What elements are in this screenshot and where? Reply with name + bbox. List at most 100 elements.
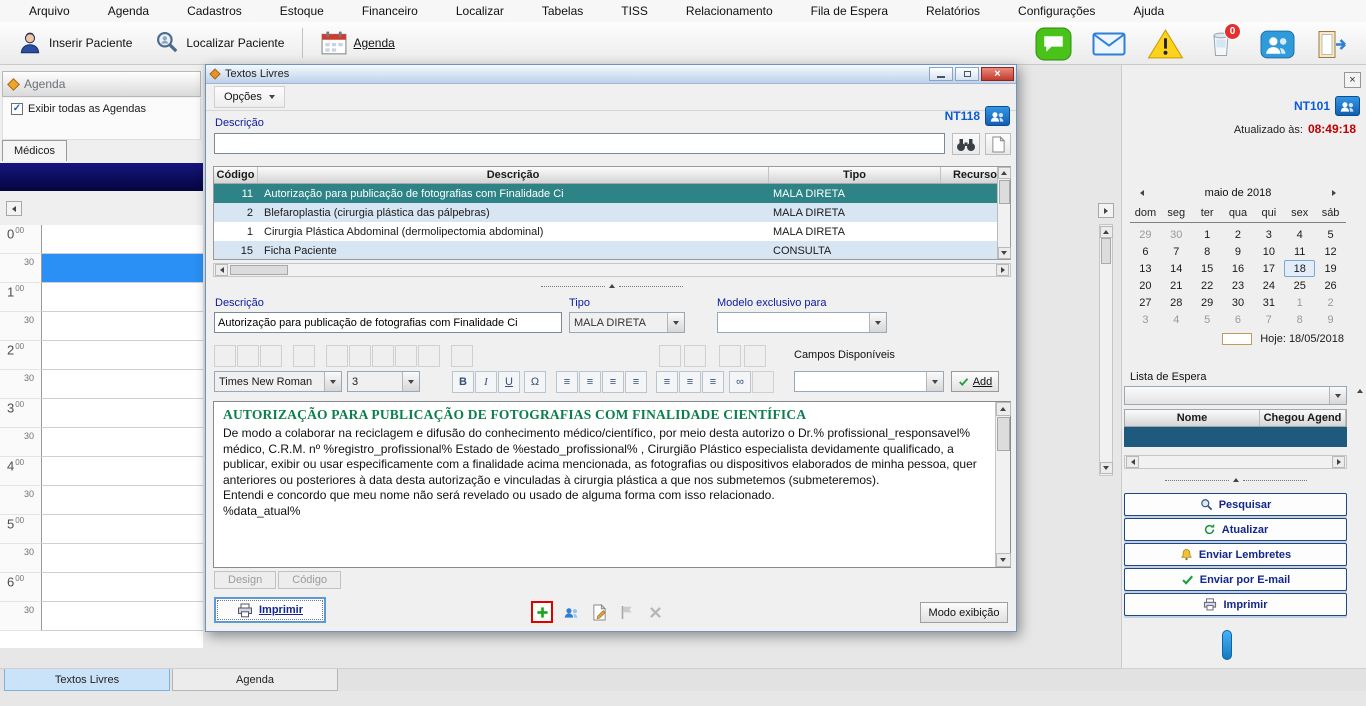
calendar-day[interactable]: 19 bbox=[1315, 260, 1346, 277]
panel-close-button[interactable]: × bbox=[1344, 72, 1361, 88]
calendar-day[interactable]: 6 bbox=[1130, 243, 1161, 260]
numbered-list-button[interactable]: ≡ bbox=[656, 371, 678, 393]
scroll-up-button[interactable] bbox=[1100, 226, 1113, 238]
align-right-button[interactable]: ≡ bbox=[602, 371, 624, 393]
agenda-slot[interactable] bbox=[42, 457, 203, 486]
calendar-day[interactable]: 24 bbox=[1253, 277, 1284, 294]
calendar-day[interactable]: 6 bbox=[1223, 311, 1254, 328]
rich-text-editor[interactable]: AUTORIZAÇÃO PARA PUBLICAÇÃO DE FOTOGRAFI… bbox=[213, 401, 1011, 568]
agenda-slot[interactable] bbox=[42, 428, 203, 457]
form-tipo-select[interactable]: MALA DIRETA bbox=[569, 312, 685, 333]
agenda-vertical-scrollbar[interactable] bbox=[1099, 224, 1113, 476]
scroll-down-button[interactable] bbox=[1100, 462, 1113, 474]
menu-item-arquivo[interactable]: Arquivo bbox=[10, 1, 89, 21]
contacts-record-button[interactable] bbox=[561, 602, 581, 622]
symbol-button[interactable]: Ω bbox=[524, 371, 546, 393]
agenda-slot[interactable] bbox=[42, 370, 203, 399]
scrollbar-thumb[interactable] bbox=[999, 180, 1010, 204]
calendar-day[interactable]: 14 bbox=[1161, 260, 1192, 277]
table-row[interactable]: 2Blefaroplastia (cirurgia plástica das p… bbox=[214, 203, 997, 222]
calendar-day[interactable]: 10 bbox=[1253, 243, 1284, 260]
scrollbar-thumb[interactable] bbox=[1101, 238, 1111, 264]
calendar-day[interactable]: 13 bbox=[1130, 260, 1161, 277]
exit-button[interactable] bbox=[1312, 26, 1354, 62]
calendar-day[interactable]: 8 bbox=[1284, 311, 1315, 328]
calendar-day[interactable]: 7 bbox=[1161, 243, 1192, 260]
notifications-button[interactable]: 0 bbox=[1200, 26, 1242, 62]
calendar-day[interactable]: 29 bbox=[1130, 226, 1161, 243]
scroll-right-button[interactable] bbox=[996, 264, 1009, 276]
scroll-up-button[interactable] bbox=[996, 402, 1011, 416]
table-vertical-scrollbar[interactable] bbox=[997, 167, 1010, 259]
bullet-list-button[interactable]: ≡ bbox=[679, 371, 701, 393]
agenda-slot[interactable] bbox=[42, 312, 203, 341]
editor-content[interactable]: AUTORIZAÇÃO PARA PUBLICAÇÃO DE FOTOGRAFI… bbox=[214, 402, 995, 567]
column-codigo[interactable]: Código bbox=[214, 167, 258, 183]
calendar-day[interactable]: 1 bbox=[1192, 226, 1223, 243]
indent-button[interactable]: ≡ bbox=[702, 371, 724, 393]
localizar-paciente-button[interactable]: Localizar Paciente bbox=[145, 27, 293, 59]
table-row[interactable]: 11Autorização para publicação de fotogra… bbox=[214, 184, 997, 203]
delete-record-button[interactable] bbox=[645, 602, 665, 622]
chat-button[interactable] bbox=[1032, 26, 1074, 62]
calendar-day[interactable]: 22 bbox=[1192, 277, 1223, 294]
close-button[interactable]: × bbox=[981, 67, 1014, 81]
align-left-button[interactable]: ≡ bbox=[556, 371, 578, 393]
agenda-slot[interactable] bbox=[42, 602, 203, 631]
calendar-next-button[interactable] bbox=[1326, 185, 1342, 201]
pesquisar-button[interactable]: Pesquisar bbox=[1124, 493, 1347, 516]
align-justify-button[interactable]: ≡ bbox=[625, 371, 647, 393]
waitlist-selected-row[interactable] bbox=[1124, 427, 1347, 447]
menu-item-localizar[interactable]: Localizar bbox=[437, 1, 523, 21]
bold-button[interactable]: B bbox=[452, 371, 474, 393]
toolbar-button[interactable] bbox=[418, 345, 440, 367]
calendar-day[interactable]: 4 bbox=[1284, 226, 1315, 243]
tab-agenda[interactable]: Agenda bbox=[172, 669, 338, 691]
agenda-scroll-right-button[interactable] bbox=[1098, 203, 1114, 218]
underline-button[interactable]: U bbox=[498, 371, 520, 393]
agenda-slot[interactable] bbox=[42, 544, 203, 573]
agenda-slot[interactable] bbox=[42, 486, 203, 515]
calendar-day[interactable]: 28 bbox=[1161, 294, 1192, 311]
calendar-day[interactable]: 30 bbox=[1223, 294, 1254, 311]
campos-disponiveis-select[interactable] bbox=[794, 371, 944, 392]
italic-button[interactable]: I bbox=[475, 371, 497, 393]
form-descricao-input[interactable] bbox=[214, 312, 562, 333]
calendar-day[interactable]: 29 bbox=[1192, 294, 1223, 311]
menu-item-estoque[interactable]: Estoque bbox=[261, 1, 343, 21]
opcoes-button[interactable]: Opções bbox=[214, 86, 285, 108]
font-size-select[interactable]: 3 bbox=[347, 371, 420, 392]
tab-design[interactable]: Design bbox=[214, 571, 276, 589]
toolbar-button[interactable] bbox=[451, 345, 473, 367]
scroll-left-button[interactable] bbox=[1126, 456, 1139, 468]
enviar-lembretes-button[interactable]: Enviar Lembretes bbox=[1124, 543, 1347, 566]
calendar-day[interactable]: 16 bbox=[1223, 260, 1254, 277]
scroll-down-button[interactable] bbox=[996, 553, 1011, 567]
toolbar-button[interactable] bbox=[260, 345, 282, 367]
calendar-day[interactable]: 1 bbox=[1284, 294, 1315, 311]
waitlist-horizontal-scrollbar[interactable] bbox=[1124, 455, 1347, 469]
tab-textos-livres[interactable]: Textos Livres bbox=[4, 669, 170, 691]
maximize-button[interactable] bbox=[955, 67, 979, 81]
menu-item-tabelas[interactable]: Tabelas bbox=[523, 1, 602, 21]
calendar-day[interactable]: 3 bbox=[1130, 311, 1161, 328]
modo-exibicao-button[interactable]: Modo exibição bbox=[920, 602, 1008, 623]
agenda-slot[interactable] bbox=[42, 515, 203, 544]
calendar-day[interactable]: 25 bbox=[1284, 277, 1315, 294]
menu-item-relatorios[interactable]: Relatórios bbox=[907, 1, 999, 21]
calendar-day[interactable]: 31 bbox=[1253, 294, 1284, 311]
inserir-paciente-button[interactable]: Inserir Paciente bbox=[8, 27, 141, 59]
waitlist-column-chegou[interactable]: Chegou Agend bbox=[1260, 410, 1346, 426]
calendar-day[interactable]: 2 bbox=[1315, 294, 1346, 311]
calendar-day[interactable]: 2 bbox=[1223, 226, 1254, 243]
agenda-slot[interactable] bbox=[42, 283, 203, 312]
table-row[interactable]: 1Cirurgia Plástica Abdominal (dermolipec… bbox=[214, 222, 997, 241]
agenda-slot[interactable] bbox=[42, 573, 203, 602]
menu-item-financeiro[interactable]: Financeiro bbox=[343, 1, 437, 21]
contacts-button[interactable] bbox=[1256, 26, 1298, 62]
add-record-button[interactable] bbox=[531, 601, 553, 623]
form-modelo-select[interactable] bbox=[717, 312, 887, 333]
calendar-day[interactable]: 17 bbox=[1253, 260, 1284, 277]
menu-item-cadastros[interactable]: Cadastros bbox=[168, 1, 261, 21]
table-row[interactable]: 15Ficha PacienteCONSULTA bbox=[214, 241, 997, 259]
